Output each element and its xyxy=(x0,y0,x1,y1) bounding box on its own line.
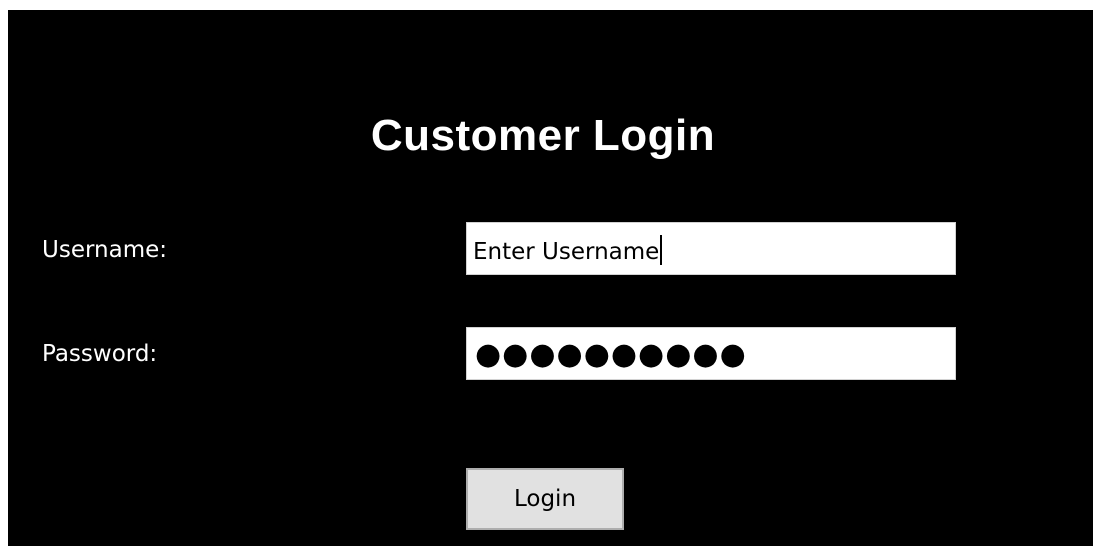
username-text: Enter Username xyxy=(473,239,660,265)
login-window: Customer Login Username: Enter Username … xyxy=(8,10,1093,546)
login-button[interactable]: Login xyxy=(466,468,624,530)
password-masked-value: ●●●●●●●●●● xyxy=(475,337,747,372)
password-field[interactable]: ●●●●●●●●●● xyxy=(466,327,956,380)
username-label: Username: xyxy=(42,237,167,263)
text-cursor xyxy=(660,235,663,265)
password-label: Password: xyxy=(42,341,158,367)
username-field[interactable]: Enter Username xyxy=(466,222,956,275)
page-title: Customer Login xyxy=(370,111,716,160)
username-value: Enter Username xyxy=(473,235,663,266)
